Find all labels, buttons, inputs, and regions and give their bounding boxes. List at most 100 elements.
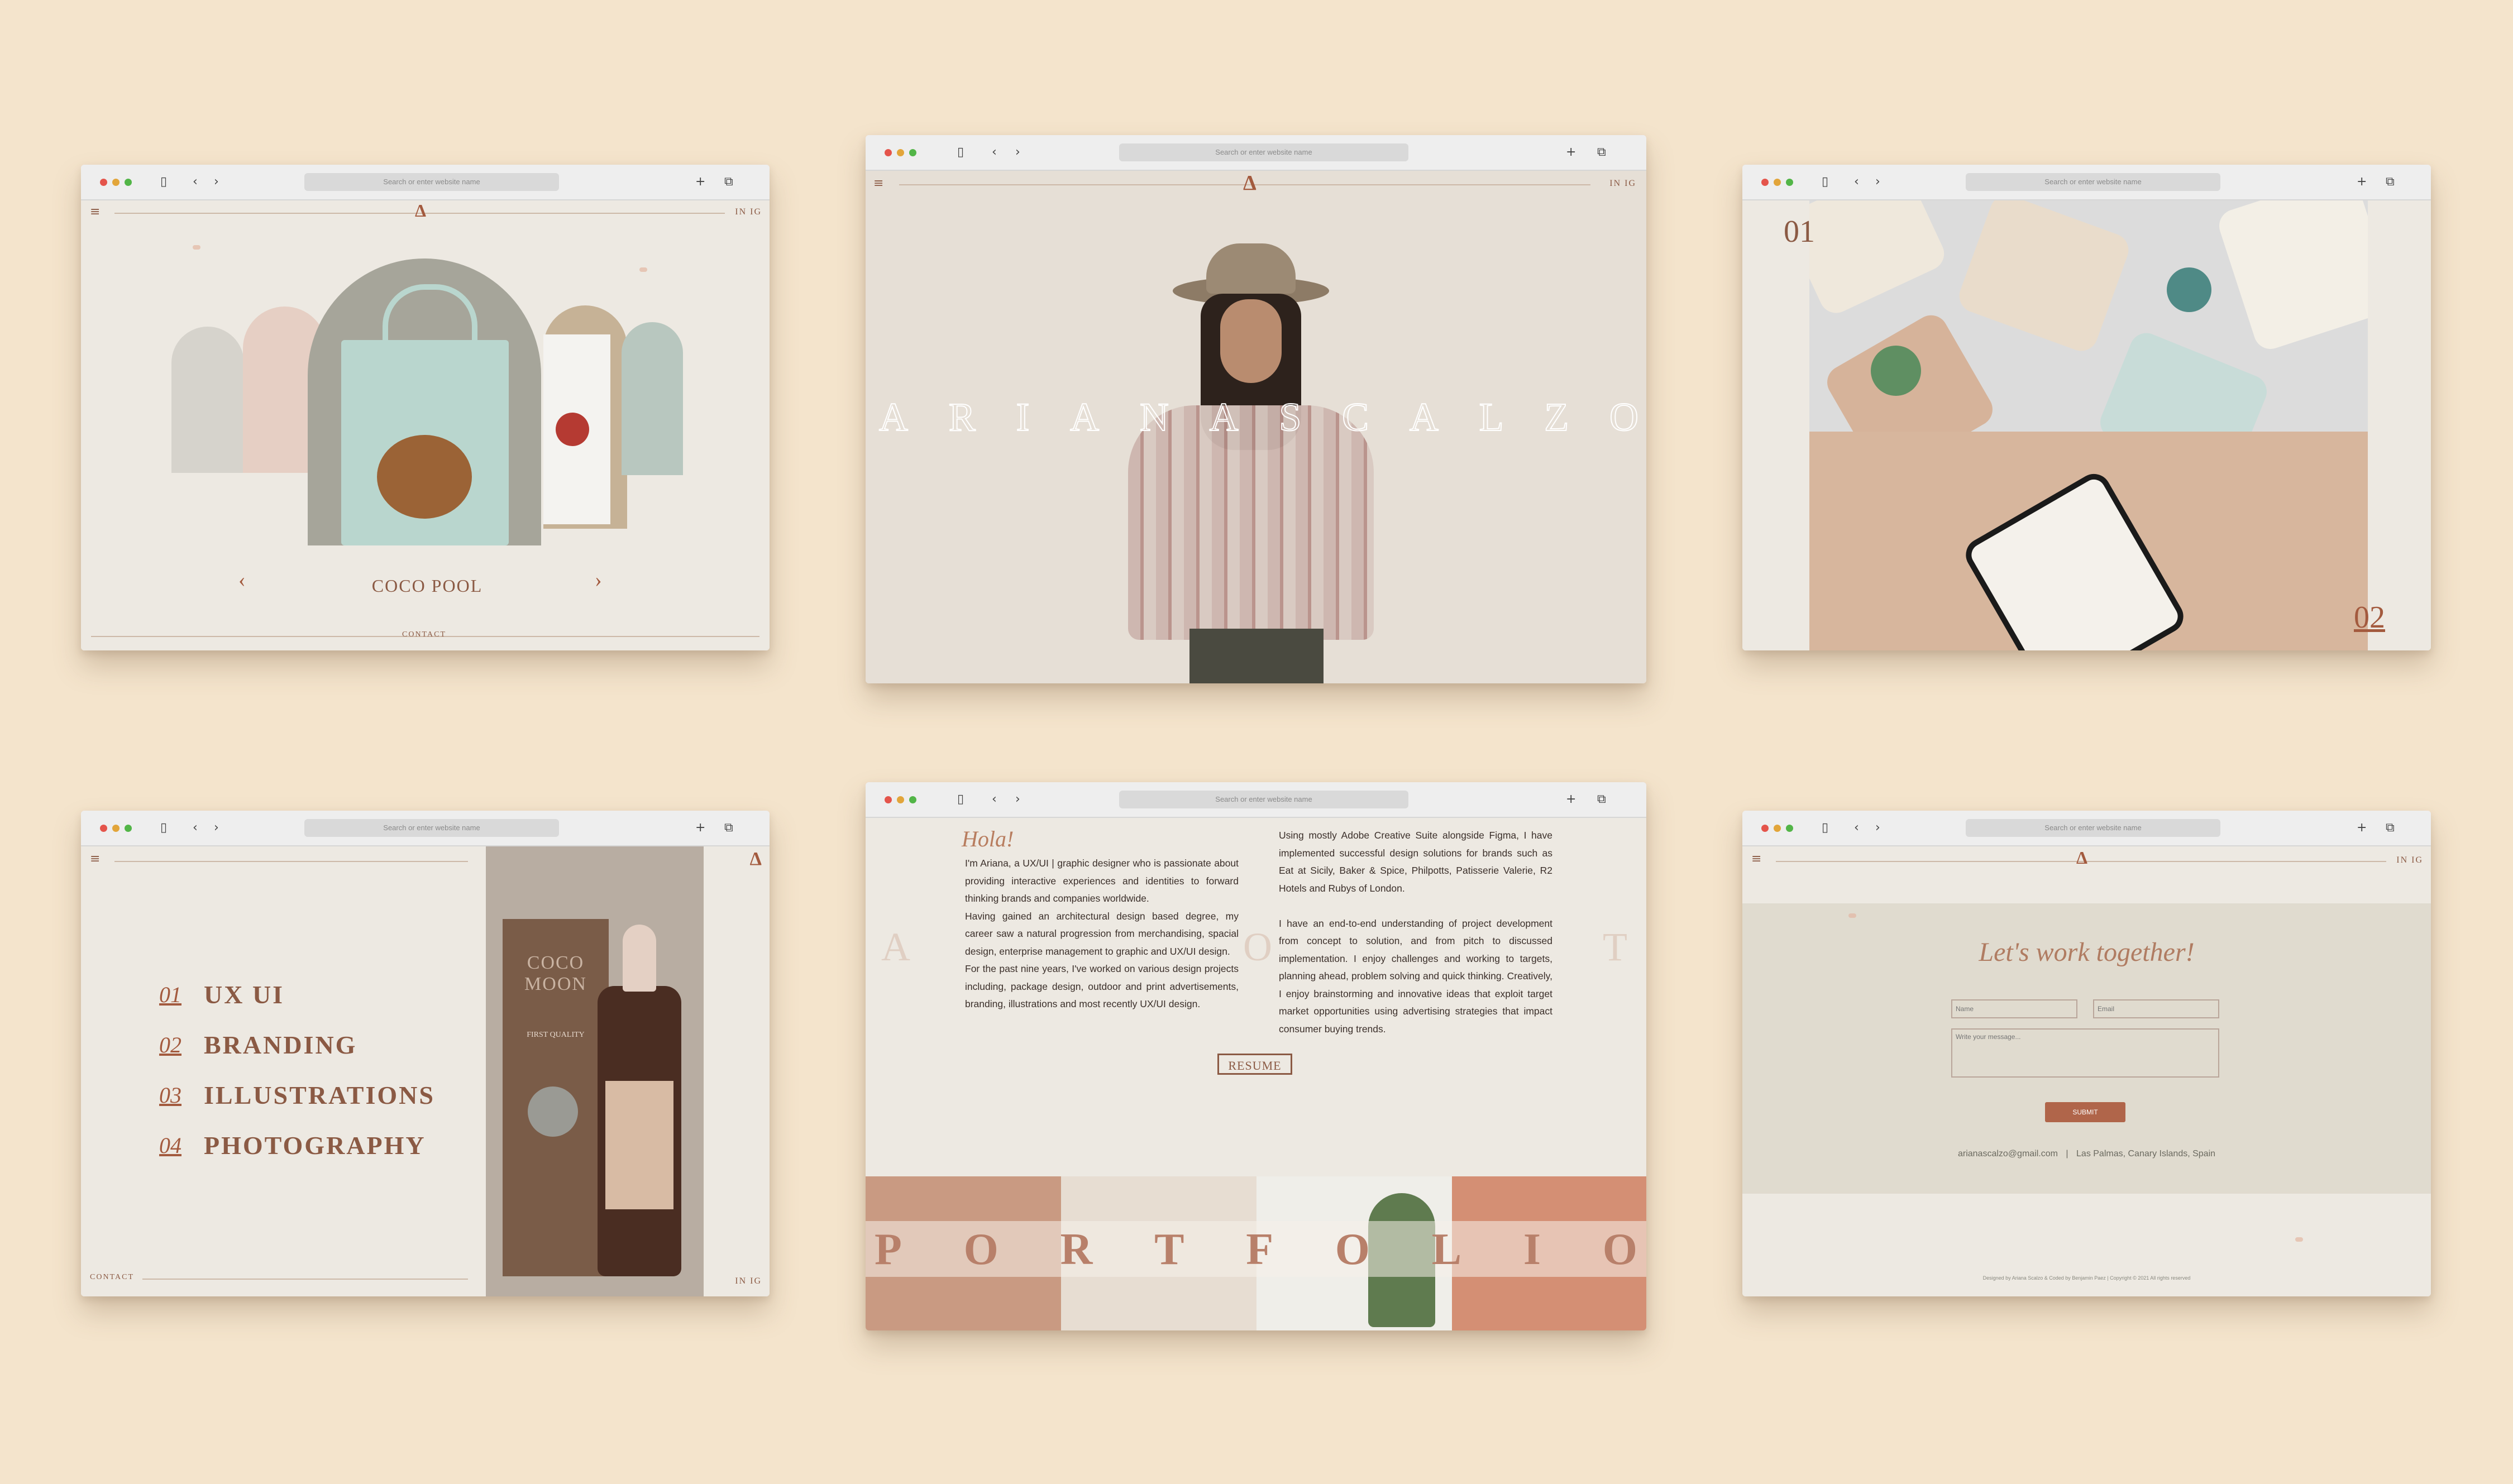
- minimize-window-button[interactable]: [112, 179, 120, 186]
- minimize-window-button[interactable]: [897, 796, 904, 803]
- close-window-button[interactable]: [100, 179, 107, 186]
- forward-arrow-icon[interactable]: ›: [1015, 793, 1020, 806]
- submit-button[interactable]: SUBMIT: [2045, 1102, 2125, 1122]
- coconut-illustration: [377, 435, 472, 519]
- email-field[interactable]: [2093, 999, 2219, 1018]
- resume-button[interactable]: RESUME: [1217, 1054, 1292, 1075]
- close-window-button[interactable]: [100, 825, 107, 832]
- new-tab-icon[interactable]: +: [695, 175, 705, 189]
- sidebar-icon[interactable]: ▯: [957, 146, 964, 159]
- social-links[interactable]: IN IG: [1609, 179, 1636, 189]
- name-letter: A: [1409, 394, 1439, 440]
- maximize-window-button[interactable]: [909, 149, 916, 156]
- service-item-ux-ui[interactable]: 01 UX UI: [159, 969, 435, 1019]
- logo-icon[interactable]: Δ: [415, 200, 426, 221]
- tabs-overview-icon[interactable]: ⧉: [2386, 175, 2395, 189]
- back-arrow-icon[interactable]: ‹: [992, 793, 997, 806]
- window-hero: ▯ ‹ › Search or enter website name + ⧉ ≡…: [866, 135, 1646, 683]
- new-tab-icon[interactable]: +: [1566, 793, 1576, 806]
- window-contact: ▯ ‹ › Search or enter website name + ⧉ ≡…: [1742, 811, 2431, 1296]
- name-letter: L: [1479, 394, 1504, 440]
- maximize-window-button[interactable]: [125, 179, 132, 186]
- sidebar-icon[interactable]: ▯: [957, 793, 964, 806]
- hamburger-menu-icon[interactable]: ≡: [1751, 852, 1761, 866]
- sidebar-icon[interactable]: ▯: [160, 821, 167, 835]
- hero-name: A R I A N A S C A L Z O: [878, 394, 1639, 441]
- forward-arrow-icon[interactable]: ›: [1015, 146, 1020, 159]
- forward-arrow-icon[interactable]: ›: [214, 821, 219, 835]
- tabs-overview-icon[interactable]: ⧉: [1597, 146, 1606, 159]
- maximize-window-button[interactable]: [1786, 825, 1793, 832]
- portrait-photo: [1106, 238, 1407, 683]
- carousel-next-button[interactable]: ›: [595, 568, 602, 592]
- message-field[interactable]: [1951, 1028, 2219, 1078]
- tabs-overview-icon[interactable]: ⧉: [2386, 821, 2395, 835]
- new-tab-icon[interactable]: +: [2357, 821, 2367, 835]
- back-arrow-icon[interactable]: ‹: [193, 175, 198, 189]
- close-window-button[interactable]: [1761, 179, 1769, 186]
- header-rule: [114, 861, 468, 862]
- contact-link[interactable]: CONTACT: [402, 630, 446, 639]
- back-arrow-icon[interactable]: ‹: [1854, 175, 1859, 189]
- name-letter: A: [878, 394, 909, 440]
- portfolio-letter: I: [1523, 1225, 1541, 1274]
- logo-icon[interactable]: Δ: [1243, 171, 1256, 195]
- sidebar-icon[interactable]: ▯: [160, 175, 167, 189]
- hamburger-menu-icon[interactable]: ≡: [90, 205, 100, 219]
- maximize-window-button[interactable]: [909, 796, 916, 803]
- hamburger-menu-icon[interactable]: ≡: [873, 176, 883, 190]
- name-letter: N: [1139, 394, 1169, 440]
- maximize-window-button[interactable]: [125, 825, 132, 832]
- minimize-window-button[interactable]: [112, 825, 120, 832]
- social-links[interactable]: IN IG: [735, 1276, 762, 1286]
- back-arrow-icon[interactable]: ‹: [193, 821, 198, 835]
- close-window-button[interactable]: [885, 796, 892, 803]
- browser-toolbar: ▯ ‹ › Search or enter website name + ⧉: [81, 165, 770, 200]
- tabs-overview-icon[interactable]: ⧉: [1597, 793, 1606, 806]
- sidebar-icon[interactable]: ▯: [1822, 175, 1828, 189]
- logo-icon[interactable]: Δ: [750, 849, 762, 870]
- forward-arrow-icon[interactable]: ›: [1875, 175, 1880, 189]
- forward-arrow-icon[interactable]: ›: [1875, 821, 1880, 835]
- product-photo: COCO MOON FIRST QUALITY: [486, 846, 704, 1296]
- sidebar-icon[interactable]: ▯: [1822, 821, 1828, 835]
- new-tab-icon[interactable]: +: [695, 821, 705, 835]
- name-letter: A: [1209, 394, 1239, 440]
- section-number-1: 01: [1784, 214, 1815, 249]
- hamburger-menu-icon[interactable]: ≡: [90, 852, 100, 866]
- leaf-motif: [1871, 346, 1921, 396]
- browser-toolbar: ▯ ‹ › Search or enter website name + ⧉: [81, 811, 770, 846]
- back-arrow-icon[interactable]: ‹: [992, 146, 997, 159]
- close-window-button[interactable]: [1761, 825, 1769, 832]
- address-bar[interactable]: Search or enter website name: [1966, 819, 2220, 837]
- minimize-window-button[interactable]: [1774, 179, 1781, 186]
- close-window-button[interactable]: [885, 149, 892, 156]
- tabs-overview-icon[interactable]: ⧉: [724, 821, 733, 835]
- social-links[interactable]: IN IG: [735, 207, 762, 217]
- service-label: UX UI: [204, 980, 285, 1009]
- address-bar[interactable]: Search or enter website name: [1119, 143, 1408, 161]
- new-tab-icon[interactable]: +: [1566, 146, 1576, 159]
- forward-arrow-icon[interactable]: ›: [214, 175, 219, 189]
- address-bar[interactable]: Search or enter website name: [1119, 791, 1408, 808]
- back-arrow-icon[interactable]: ‹: [1854, 821, 1859, 835]
- social-links[interactable]: IN IG: [2396, 855, 2423, 865]
- name-field[interactable]: [1951, 999, 2077, 1018]
- address-bar[interactable]: Search or enter website name: [304, 819, 559, 837]
- logo-icon[interactable]: Δ: [2076, 848, 2087, 868]
- minimize-window-button[interactable]: [897, 149, 904, 156]
- carousel-prev-button[interactable]: ‹: [238, 568, 246, 592]
- contact-heading: Let's work together!: [1979, 937, 2195, 967]
- address-bar[interactable]: Search or enter website name: [304, 173, 559, 191]
- minimize-window-button[interactable]: [1774, 825, 1781, 832]
- service-item-illustrations[interactable]: 03 ILLUSTRATIONS: [159, 1070, 435, 1120]
- email-link[interactable]: arianascalzo@gmail.com: [1958, 1149, 2058, 1159]
- portfolio-strip[interactable]: P O R T F O L I O: [866, 1176, 1646, 1330]
- contact-link[interactable]: CONTACT: [90, 1273, 134, 1282]
- service-item-branding[interactable]: 02 BRANDING: [159, 1019, 435, 1070]
- maximize-window-button[interactable]: [1786, 179, 1793, 186]
- tabs-overview-icon[interactable]: ⧉: [724, 175, 733, 189]
- address-bar[interactable]: Search or enter website name: [1966, 173, 2220, 191]
- new-tab-icon[interactable]: +: [2357, 175, 2367, 189]
- service-item-photography[interactable]: 04 PHOTOGRAPHY: [159, 1120, 435, 1170]
